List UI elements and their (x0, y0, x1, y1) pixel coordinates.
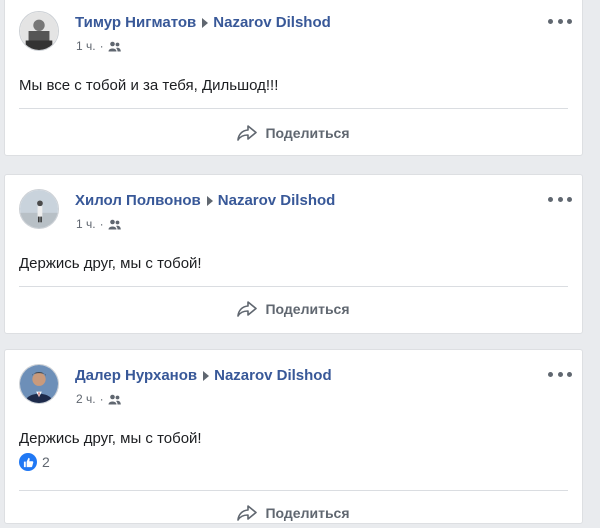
author-name[interactable]: Хилол Полвонов (75, 192, 201, 209)
separator: · (99, 39, 104, 53)
avatar[interactable] (19, 189, 59, 229)
post-header: Хилол Полвонов Nazarov Dilshod (75, 192, 335, 209)
post-meta: 1 ч. · (76, 39, 121, 53)
post-header: Далер Нурханов Nazarov Dilshod (75, 367, 332, 384)
arrow-right-icon (202, 17, 209, 28)
share-icon (237, 505, 258, 521)
divider (19, 108, 568, 109)
separator: · (99, 392, 104, 406)
author-name[interactable]: Далер Нурханов (75, 367, 197, 384)
share-button[interactable]: Поделиться (5, 118, 582, 148)
post-time[interactable]: 1 ч. (76, 39, 96, 53)
share-button[interactable]: Поделиться (5, 498, 582, 528)
friends-icon[interactable] (108, 394, 121, 405)
arrow-right-icon (203, 370, 210, 381)
more-options-icon[interactable] (548, 366, 572, 382)
post-meta: 1 ч. · (76, 217, 121, 231)
arrow-right-icon (206, 195, 213, 206)
post-text: Мы все с тобой и за тебя, Дильшод!!! (19, 77, 279, 94)
share-label: Поделиться (265, 505, 350, 521)
post-text: Держись друг, мы с тобой! (19, 255, 202, 272)
like-count: 2 (42, 454, 50, 470)
target-name[interactable]: Nazarov Dilshod (213, 14, 331, 31)
more-options-icon[interactable] (548, 13, 572, 29)
post-text: Держись друг, мы с тобой! (19, 430, 202, 447)
avatar[interactable] (19, 11, 59, 51)
divider (19, 286, 568, 287)
post-card: Хилол Полвонов Nazarov Dilshod 1 ч. · Де… (4, 174, 583, 334)
avatar[interactable] (19, 364, 59, 404)
post-time[interactable]: 1 ч. (76, 217, 96, 231)
post-card: Тимур Нигматов Nazarov Dilshod 1 ч. · Мы… (4, 0, 583, 156)
share-icon (237, 301, 258, 317)
divider (19, 490, 568, 491)
share-button[interactable]: Поделиться (5, 294, 582, 324)
post-header: Тимур Нигматов Nazarov Dilshod (75, 14, 331, 31)
post-meta: 2 ч. · (76, 392, 121, 406)
reactions-summary[interactable]: 2 (19, 453, 50, 471)
target-name[interactable]: Nazarov Dilshod (214, 367, 332, 384)
like-icon (19, 453, 37, 471)
separator: · (99, 217, 104, 231)
share-icon (237, 125, 258, 141)
friends-icon[interactable] (108, 219, 121, 230)
more-options-icon[interactable] (548, 191, 572, 207)
share-label: Поделиться (265, 301, 350, 317)
target-name[interactable]: Nazarov Dilshod (218, 192, 336, 209)
author-name[interactable]: Тимур Нигматов (75, 14, 196, 31)
post-time[interactable]: 2 ч. (76, 392, 96, 406)
share-label: Поделиться (265, 125, 350, 141)
post-card: Далер Нурханов Nazarov Dilshod 2 ч. · Де… (4, 349, 583, 524)
friends-icon[interactable] (108, 41, 121, 52)
